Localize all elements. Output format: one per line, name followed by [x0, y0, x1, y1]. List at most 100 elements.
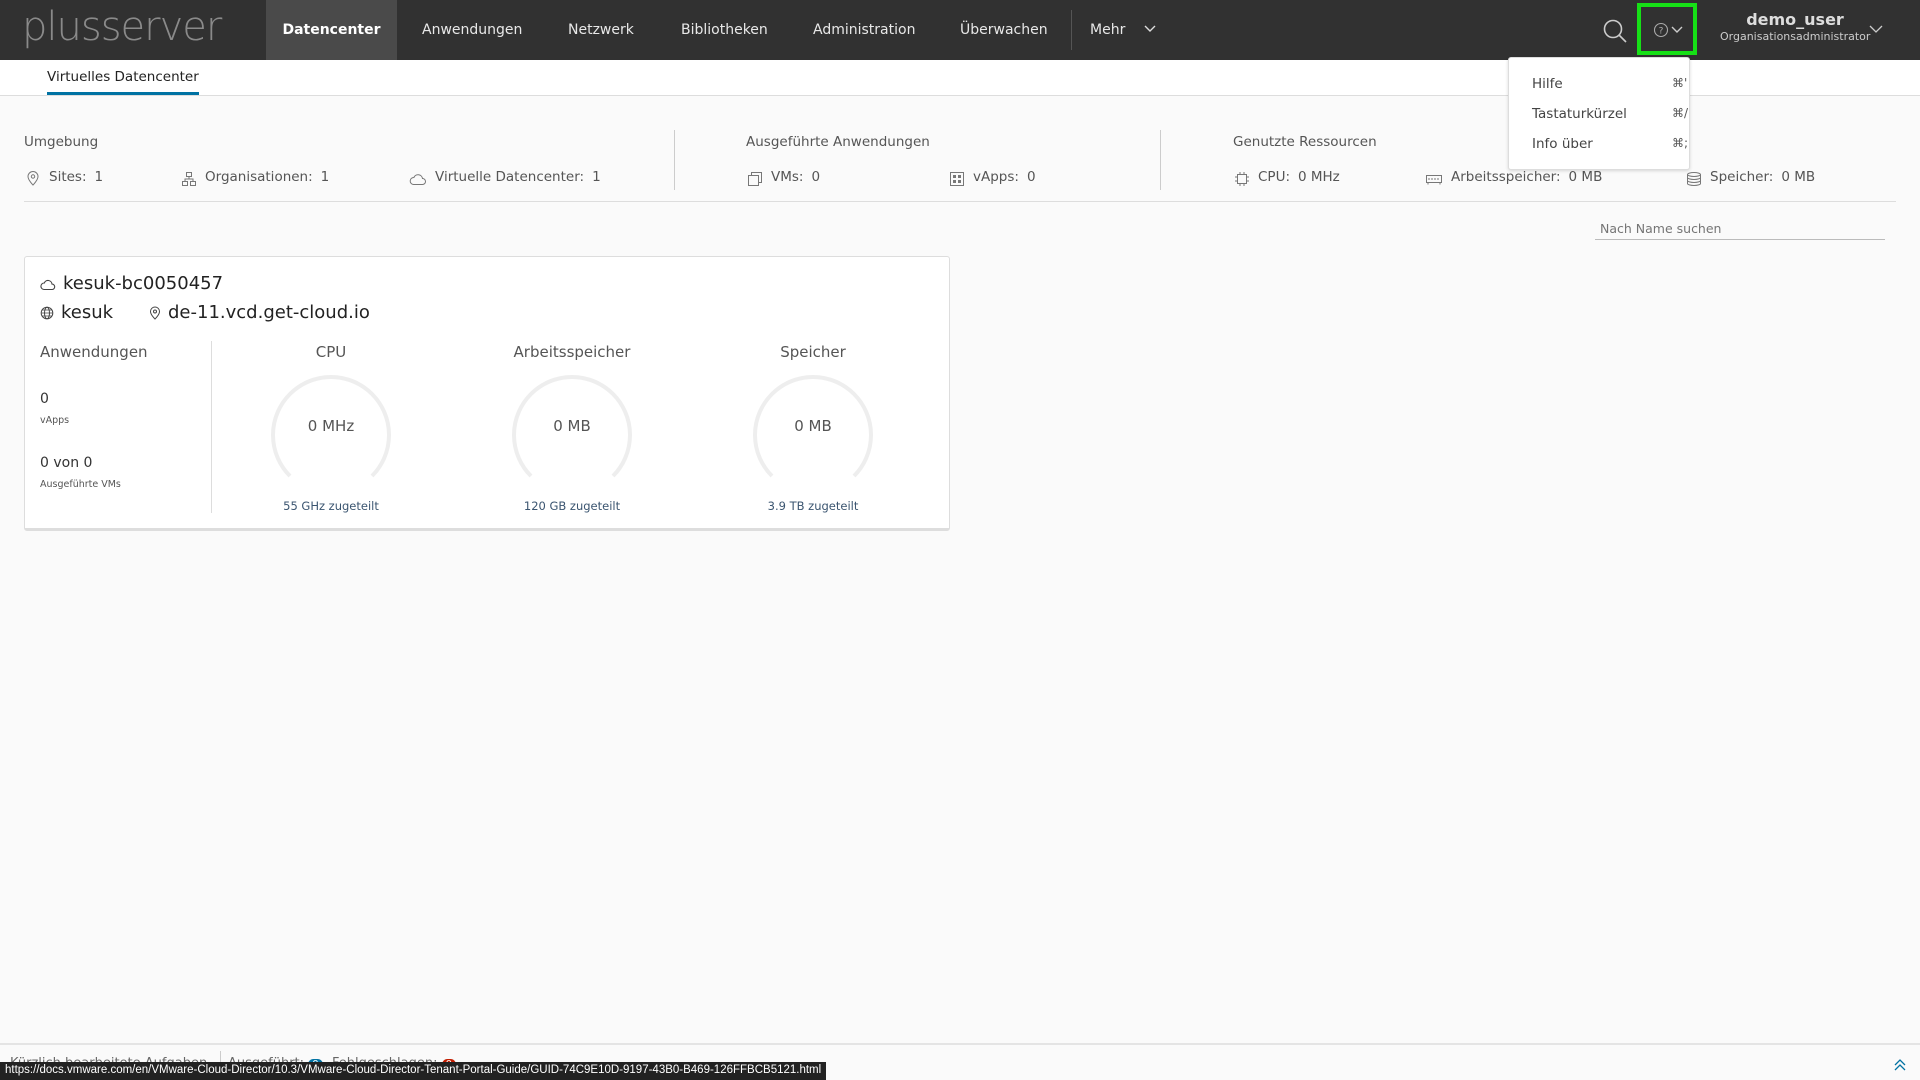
gauge-allocated: 55 GHz zugeteilt: [283, 499, 379, 513]
divider: [211, 341, 212, 513]
vdc-label: Virtuelle Datencenter:: [435, 169, 585, 185]
storage-value: 0 MB: [1781, 169, 1816, 185]
umgebung-title: Umgebung: [24, 134, 99, 150]
vdc-title: kesuk-bc0050457: [40, 273, 223, 294]
organisationen-stat: Organisationen: 1: [181, 169, 329, 187]
site-icon: [27, 171, 39, 186]
vapp-icon: [950, 172, 964, 186]
chevron-down-icon: [1671, 25, 1683, 35]
anwendungen-title: Ausgeführte Anwendungen: [746, 134, 930, 150]
help-menu-button[interactable]: ?: [1637, 3, 1697, 55]
cpu-label: CPU:: [1258, 169, 1290, 185]
search-icon[interactable]: [1602, 18, 1628, 44]
cpu-value: 0 MHz: [1298, 169, 1340, 185]
cpu-icon: [1235, 172, 1249, 186]
chevron-down-icon[interactable]: [1869, 24, 1883, 34]
double-chevron-up-icon[interactable]: [1894, 1058, 1906, 1072]
logo: plusserver: [22, 4, 222, 50]
vapps-count-label: vApps: [40, 415, 70, 426]
vdc-card[interactable]: kesuk-bc0050457 kesuk de-11.vcd.get-clou…: [24, 256, 950, 531]
sites-value: 1: [94, 169, 104, 185]
cloud-icon: [409, 174, 426, 185]
storage-icon: [1687, 172, 1701, 187]
running-vms-count: 0 von 0: [40, 455, 93, 471]
shortcut: ⌘;: [1672, 136, 1689, 150]
menu-item-label: Info über: [1532, 136, 1593, 152]
storage-gauge: Speicher 0 MB 3.9 TB zugeteilt: [723, 343, 903, 513]
nav-administration[interactable]: Administration: [789, 0, 939, 60]
user-menu[interactable]: demo_user Organisationsadministrator: [1720, 10, 1870, 43]
vapps-value: 0: [1026, 169, 1036, 185]
apps-title: Anwendungen: [40, 343, 148, 361]
gauge-value: 0 MHz: [307, 417, 355, 435]
memory-label: Arbeitsspeicher:: [1451, 169, 1561, 185]
top-navbar: plusserver Datencenter Anwendungen Netzw…: [0, 0, 1920, 60]
gauge-title: Arbeitsspeicher: [513, 343, 631, 361]
gauge-allocated: 3.9 TB zugeteilt: [767, 499, 859, 513]
menu-item-tastaturkuerzel[interactable]: Tastaturkürzel ⌘/: [1532, 106, 1688, 122]
vdc-org: kesuk: [40, 302, 113, 323]
memory-gauge: Arbeitsspeicher 0 MB 120 GB zugeteilt: [482, 343, 662, 513]
vdc-stat: Virtuelle Datencenter: 1: [409, 169, 601, 187]
menu-item-info[interactable]: Info über ⌘;: [1532, 136, 1688, 152]
vapps-stat: vApps: 0: [949, 169, 1036, 187]
cpu-stat: CPU: 0 MHz: [1234, 169, 1340, 187]
cpu-gauge: CPU 0 MHz 55 GHz zugeteilt: [241, 343, 421, 513]
vms-label: VMs:: [771, 169, 804, 185]
menu-item-hilfe[interactable]: Hilfe ⌘': [1532, 76, 1687, 92]
vdc-value: 1: [592, 169, 601, 185]
vm-icon: [748, 172, 762, 186]
nav-mehr[interactable]: Mehr: [1066, 0, 1175, 60]
site-name: de-11.vcd.get-cloud.io: [168, 302, 370, 323]
nav-datencenter[interactable]: Datencenter: [266, 0, 397, 60]
svg-text:?: ?: [1659, 27, 1664, 37]
sites-label: Sites:: [49, 169, 87, 185]
gauge-title: CPU: [315, 343, 347, 361]
storage-stat: Speicher: 0 MB: [1686, 169, 1815, 187]
storage-label: Speicher:: [1710, 169, 1774, 185]
gauge-allocated: 120 GB zugeteilt: [523, 499, 621, 513]
nav-bibliotheken[interactable]: Bibliotheken: [657, 0, 792, 60]
vapps-label: vApps:: [973, 169, 1019, 185]
ressourcen-title: Genutzte Ressourcen: [1233, 134, 1377, 150]
nav-ueberwachen[interactable]: Überwachen: [936, 0, 1072, 60]
shortcut: ⌘': [1672, 76, 1688, 90]
menu-item-label: Hilfe: [1532, 76, 1563, 92]
vapps-count: 0: [40, 391, 49, 407]
sites-stat: Sites: 1: [25, 169, 103, 187]
shortcut: ⌘/: [1672, 106, 1689, 120]
gauge-value: 0 MB: [794, 417, 832, 435]
vms-value: 0: [811, 169, 821, 185]
vdc-name[interactable]: kesuk-bc0050457: [63, 273, 223, 294]
user-name: demo_user: [1746, 10, 1844, 29]
organisationen-label: Organisationen:: [205, 169, 313, 185]
user-role: Organisationsadministrator: [1720, 30, 1871, 43]
nav-netzwerk[interactable]: Netzwerk: [544, 0, 658, 60]
nav-anwendungen[interactable]: Anwendungen: [398, 0, 546, 60]
help-icon: ?: [1653, 22, 1669, 38]
chevron-down-icon: [1144, 24, 1156, 34]
divider: [674, 130, 675, 190]
help-dropdown-menu: Hilfe ⌘' Tastaturkürzel ⌘/ Info über ⌘;: [1508, 57, 1690, 170]
gauge-value: 0 MB: [553, 417, 591, 435]
vms-stat: VMs: 0: [747, 169, 820, 187]
search-input[interactable]: [1595, 218, 1885, 240]
menu-item-label: Tastaturkürzel: [1532, 106, 1627, 122]
status-url-tooltip: https://docs.vmware.com/en/VMware-Cloud-…: [0, 1062, 827, 1080]
organization-icon: [182, 172, 196, 186]
gauge-title: Speicher: [780, 343, 846, 361]
vdc-site: de-11.vcd.get-cloud.io: [149, 302, 370, 323]
globe-icon: [40, 306, 54, 319]
memory-icon: [1426, 175, 1442, 185]
organisationen-value: 1: [320, 169, 330, 185]
divider: [1160, 130, 1161, 190]
running-vms-label: Ausgeführte VMs: [40, 479, 121, 490]
tab-virtuelles-datencenter[interactable]: Virtuelles Datencenter: [47, 69, 199, 95]
org-name: kesuk: [61, 302, 114, 323]
memory-value: 0 MB: [1568, 169, 1603, 185]
location-pin-icon: [149, 306, 161, 320]
memory-stat: Arbeitsspeicher: 0 MB: [1425, 169, 1602, 187]
nav-mehr-label: Mehr: [1090, 22, 1126, 38]
divider: [24, 201, 1896, 202]
cloud-icon: [40, 279, 56, 290]
